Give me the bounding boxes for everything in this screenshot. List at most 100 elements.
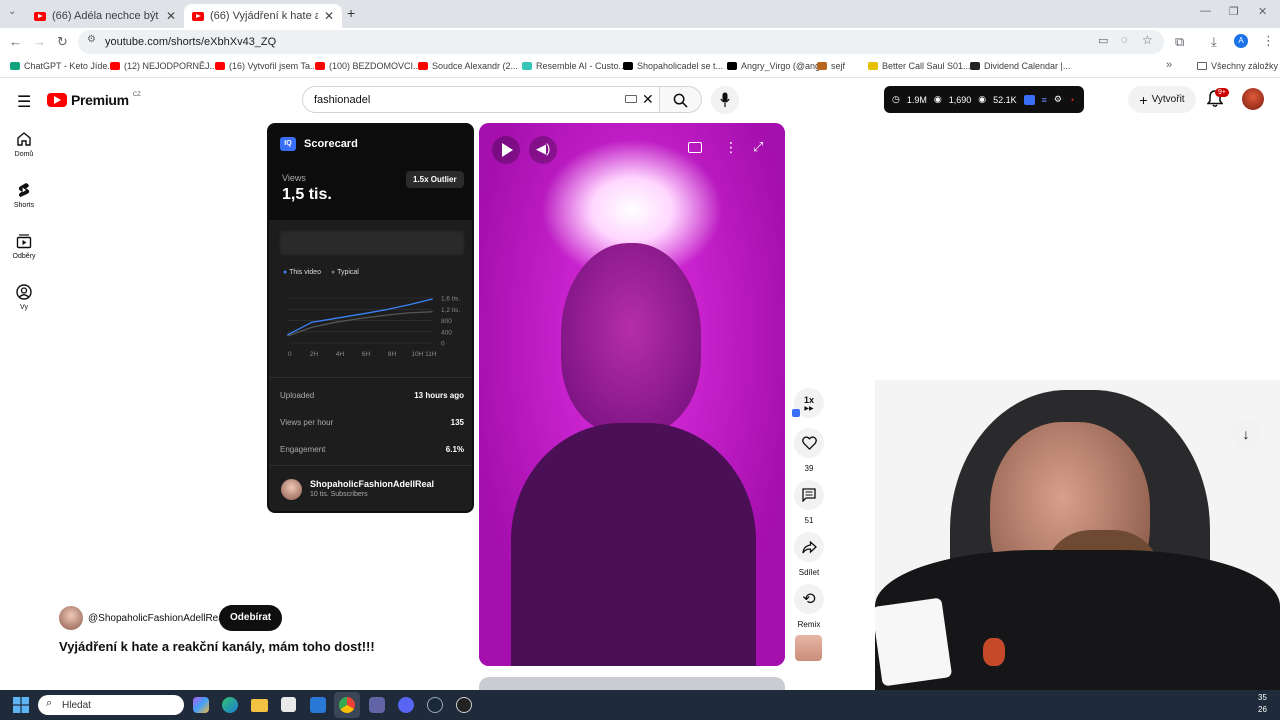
clear-search-icon[interactable]: ✕ [642, 91, 654, 108]
extension-stats-bar[interactable]: ◷ 1.9M ◉ 1,690 ◉ 52.1K ≡ ⚙ ◔ [884, 86, 1084, 113]
bookmark-item[interactable]: sejf [817, 61, 845, 71]
tab-1-title: (66) Adéla nechce být jak Vlad... [52, 10, 160, 22]
volume-button[interactable]: ◀) [529, 136, 557, 164]
extensions-icon[interactable]: ⧉ [1175, 34, 1184, 50]
browser-tab-bar: ⌄ (66) Adéla nechce být jak Vlad... ✕ (6… [0, 0, 1280, 28]
bookmark-item[interactable]: Better Call Saul S01... [868, 61, 971, 71]
bookmark-item[interactable]: Dividend Calendar |... [970, 61, 1070, 71]
sidebar-item-label: Vy [20, 304, 28, 311]
reload-icon[interactable]: ↻ [57, 34, 68, 50]
edge-icon[interactable] [222, 697, 238, 713]
channel-name[interactable]: ShopaholicFashionAdellReal [310, 479, 434, 489]
chart-point [359, 313, 361, 316]
video-channel-avatar[interactable] [59, 606, 83, 630]
chart-point [311, 326, 313, 329]
vidiq-small-icon [792, 409, 800, 417]
channel-avatar[interactable] [281, 479, 302, 500]
bookmark-item[interactable]: (100) BEZDOMOVCI... [315, 61, 421, 71]
bookmark-item[interactable]: ChatGPT - Keto Jíde... [10, 61, 115, 71]
more-bookmarks-chevron-icon[interactable]: » [1166, 59, 1172, 71]
sound-thumbnail[interactable] [795, 635, 822, 661]
subscribe-button[interactable]: Odebírat [219, 605, 283, 631]
teams-icon[interactable] [369, 697, 385, 713]
next-video-preview[interactable] [479, 677, 785, 690]
search-button[interactable] [660, 86, 702, 113]
sidebar-item-subscriptions[interactable]: Odběry [0, 233, 48, 260]
vidiq-icon[interactable] [1023, 94, 1035, 105]
bookmark-item[interactable]: Shopaholicadel se t... [623, 61, 723, 71]
captions-icon[interactable] [688, 142, 702, 153]
scorecard-title: Scorecard [304, 138, 358, 150]
discord-icon[interactable] [398, 697, 414, 713]
tab-search-chevron-icon[interactable]: ⌄ [8, 6, 16, 17]
profile-avatar[interactable]: A [1234, 34, 1248, 48]
chart-y-tick-label: 800 [441, 318, 452, 325]
site-info-icon[interactable]: ⚙ [87, 34, 96, 45]
close-window-icon[interactable]: ✕ [1258, 5, 1267, 18]
chrome-icon[interactable] [339, 697, 355, 713]
sidebar-item-shorts[interactable]: Shorts [0, 182, 48, 209]
windows-start-icon[interactable] [13, 697, 29, 713]
bookmark-item[interactable]: Resemble AI - Custo... [522, 61, 626, 71]
eye-off-icon[interactable]: ◌ [1121, 34, 1128, 46]
steam-icon[interactable] [427, 697, 443, 713]
maximize-icon[interactable]: ❐ [1229, 5, 1239, 18]
voice-search-button[interactable] [711, 86, 739, 114]
file-explorer-icon[interactable] [251, 699, 268, 712]
tab-1-close-icon[interactable]: ✕ [166, 9, 176, 23]
alert-icon[interactable]: ◔ [1069, 95, 1074, 105]
views-label: Views [282, 173, 306, 183]
sidebar-item-home[interactable]: Domů [0, 131, 48, 158]
fullscreen-icon[interactable]: ⤢ [753, 139, 763, 155]
mail-icon[interactable] [310, 697, 326, 713]
address-bar[interactable]: ⚙ youtube.com/shorts/eXbhXv43_ZQ ▭ ◌ ☆ [78, 30, 1164, 54]
settings-icon[interactable]: ⚙ [1054, 94, 1062, 105]
eye-icon: ◉ [933, 94, 942, 104]
back-icon[interactable]: ← [9, 34, 22, 49]
bookmark-item[interactable]: (16) Vytvořil jsem Ta... [215, 61, 318, 71]
remix-button[interactable]: ⟲ Remix [794, 584, 824, 629]
like-button[interactable]: 39 [794, 428, 824, 473]
taskbar-search[interactable]: ⌕ Hledat [38, 695, 184, 715]
obs-icon[interactable] [456, 697, 472, 713]
video-channel-handle[interactable]: @ShopaholicFashionAdellReal [88, 613, 226, 624]
browser-menu-icon[interactable]: ⋮ [1262, 33, 1275, 49]
youtube-premium-logo[interactable]: Premium CZ [47, 92, 141, 108]
tab-2-active[interactable]: (66) Vyjádření k hate a reakční k... ✕ [184, 4, 342, 28]
hamburger-menu-icon[interactable]: ☰ [17, 92, 31, 112]
bookmark-item[interactable]: Soudce Alexandr (2... [418, 61, 518, 71]
bookmark-star-icon[interactable]: ☆ [1142, 33, 1153, 47]
speed-label: 1x [803, 394, 814, 405]
create-button[interactable]: + Vytvořit [1128, 86, 1196, 113]
shorts-video-player[interactable]: ◀) ⋮ ⤢ [479, 123, 785, 666]
notifications-button[interactable]: 9+ [1206, 88, 1229, 113]
comments-button[interactable]: 51 [794, 480, 824, 525]
sidebar-item-you[interactable]: Vy [0, 284, 48, 311]
playback-speed-button[interactable]: 1x ▶▶ [794, 388, 824, 424]
search-input[interactable]: fashionadel ✕ [302, 86, 660, 113]
keyboard-icon[interactable] [625, 95, 637, 103]
play-button[interactable] [492, 136, 520, 164]
bookmark-item[interactable]: Angry_Virgo (@ang... [727, 61, 828, 71]
install-icon[interactable]: ▭ [1098, 34, 1108, 47]
scroll-down-button[interactable]: ↓ [1232, 420, 1260, 448]
minimize-icon[interactable]: — [1200, 5, 1211, 17]
more-options-icon[interactable]: ⋮ [724, 139, 738, 156]
new-tab-button[interactable]: + [347, 5, 355, 21]
bookmark-favicon-icon [110, 62, 120, 70]
all-bookmarks-folder[interactable]: Všechny záložky [1197, 61, 1278, 71]
forward-icon[interactable]: → [33, 34, 46, 49]
engagement-value: 6.1% [445, 445, 464, 454]
store-icon[interactable] [281, 697, 296, 712]
list-icon[interactable]: ≡ [1042, 95, 1047, 105]
chart-y-tick-label: 400 [441, 329, 452, 336]
copilot-icon[interactable] [193, 697, 209, 713]
user-avatar[interactable] [1242, 88, 1264, 110]
chart-point [335, 317, 337, 320]
you-icon [16, 284, 32, 300]
share-button[interactable]: Sdílet [794, 532, 824, 577]
tab-1[interactable]: (66) Adéla nechce být jak Vlad... ✕ [26, 4, 184, 28]
download-icon[interactable]: ⤓ [1211, 34, 1217, 50]
bookmark-item[interactable]: (12) NEJODPORNĚJ... [110, 61, 217, 71]
tab-2-close-icon[interactable]: ✕ [324, 9, 334, 23]
